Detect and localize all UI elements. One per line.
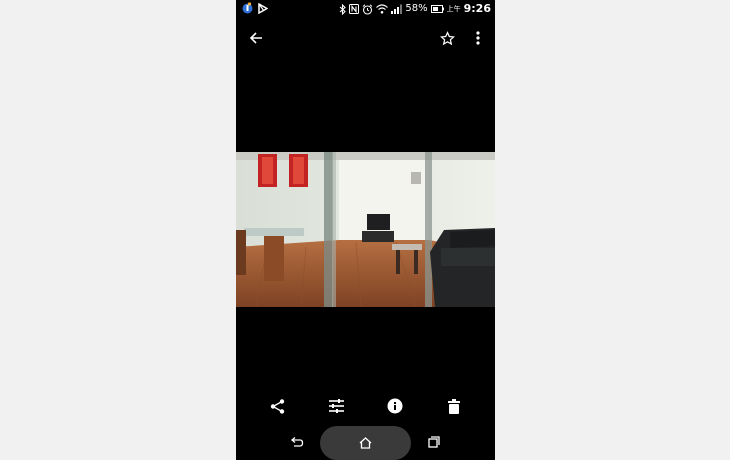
battery-percent: 58%: [405, 3, 428, 14]
office-lounge-photo[interactable]: [236, 152, 495, 307]
back-button[interactable]: [245, 27, 267, 49]
nfc-icon: [349, 4, 360, 14]
tune-icon: [328, 399, 344, 413]
photo-image: [236, 152, 495, 307]
nav-recents-button[interactable]: [423, 433, 445, 451]
info-button[interactable]: [384, 395, 406, 417]
more-options-button[interactable]: [467, 27, 489, 49]
delete-icon: [448, 398, 460, 414]
status-bar: 58% 上午 9:26: [236, 0, 495, 18]
info-icon: [387, 398, 403, 414]
nav-home-button[interactable]: [320, 426, 411, 460]
share-icon: [270, 398, 284, 414]
bluetooth-icon: [339, 3, 347, 15]
wifi-icon: [376, 4, 389, 14]
home-icon: [359, 437, 372, 449]
signal-icon: [391, 4, 403, 14]
clock: 9:26: [463, 2, 491, 15]
star-outline-icon: [439, 30, 455, 45]
share-button[interactable]: [266, 395, 288, 417]
recents-icon: [428, 436, 440, 448]
alarm-icon: [362, 3, 373, 15]
favorite-button[interactable]: [436, 27, 458, 49]
play-store-icon: [258, 2, 268, 14]
delete-button[interactable]: [443, 395, 465, 417]
more-vert-icon: [476, 31, 480, 45]
app-notification-icon: [242, 2, 253, 14]
battery-icon: [430, 5, 444, 13]
back-icon: [290, 437, 304, 447]
photo-viewer-screen: 58% 上午 9:26: [236, 0, 495, 460]
edit-button[interactable]: [325, 395, 347, 417]
nav-back-button[interactable]: [286, 433, 308, 451]
arrow-back-icon: [249, 32, 262, 44]
time-ampm: 上午: [446, 5, 461, 13]
